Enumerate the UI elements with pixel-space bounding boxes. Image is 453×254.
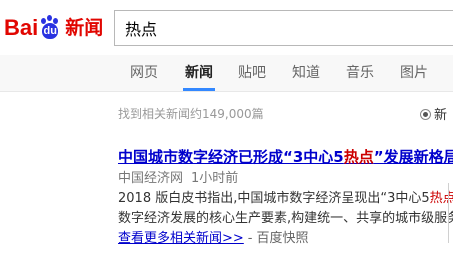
- more-related-news-link[interactable]: 查看更多相关新闻>>: [118, 231, 244, 246]
- result-abstract-line-1: 2018 版白皮书指出,中国城市数字经济呈现出“3中心5热点”: [118, 189, 453, 209]
- logo-text-bai: Bai: [4, 15, 39, 40]
- header: Bai du 新闻: [0, 0, 453, 55]
- search-category-tabs: 网页 新闻 贴吧 知道 音乐 图片: [0, 55, 453, 92]
- link-separator: -: [247, 231, 253, 246]
- result-title-link[interactable]: 中国城市数字经济已形成“3中心5热点”发展新格局: [118, 147, 453, 167]
- result-meta: 中国经济网 1小时前: [118, 169, 453, 189]
- tab-images[interactable]: 图片: [400, 55, 428, 91]
- snapshot-link[interactable]: 百度快照: [257, 231, 309, 246]
- paw-icon: du: [39, 15, 61, 41]
- result-time: 1小时前: [191, 171, 239, 186]
- search-box[interactable]: [114, 10, 453, 46]
- title-highlight: 热点: [343, 148, 374, 166]
- paw-du-text: du: [42, 23, 59, 39]
- tab-music[interactable]: 音乐: [346, 55, 374, 91]
- tab-zhidao[interactable]: 知道: [292, 55, 320, 91]
- tab-web[interactable]: 网页: [130, 55, 158, 91]
- radio-selected-icon[interactable]: [420, 109, 431, 120]
- result-links: 查看更多相关新闻>> - 百度快照: [118, 229, 453, 249]
- result-source: 中国经济网: [118, 171, 184, 186]
- result-abstract-line-2: 数字经济发展的核心生产要素,构建统一、共享的城市级服务: [118, 211, 453, 226]
- tab-tieba[interactable]: 贴吧: [238, 55, 266, 91]
- baidu-news-logo[interactable]: Bai du 新闻: [4, 11, 103, 45]
- search-input[interactable]: [115, 11, 453, 45]
- logo-product-name: 新闻: [65, 17, 104, 39]
- right-panel-border: [448, 183, 449, 243]
- results-count: 找到相关新闻约149,000篇: [118, 107, 264, 121]
- tab-news[interactable]: 新闻: [183, 55, 215, 91]
- abstract-highlight: 热点: [429, 191, 453, 206]
- sort-option-label: 新: [434, 108, 448, 123]
- sort-by-newest-option[interactable]: 新: [420, 104, 447, 123]
- news-result-item: 中国城市数字经济已形成“3中心5热点”发展新格局 中国经济网 1小时前 2018 …: [118, 147, 453, 249]
